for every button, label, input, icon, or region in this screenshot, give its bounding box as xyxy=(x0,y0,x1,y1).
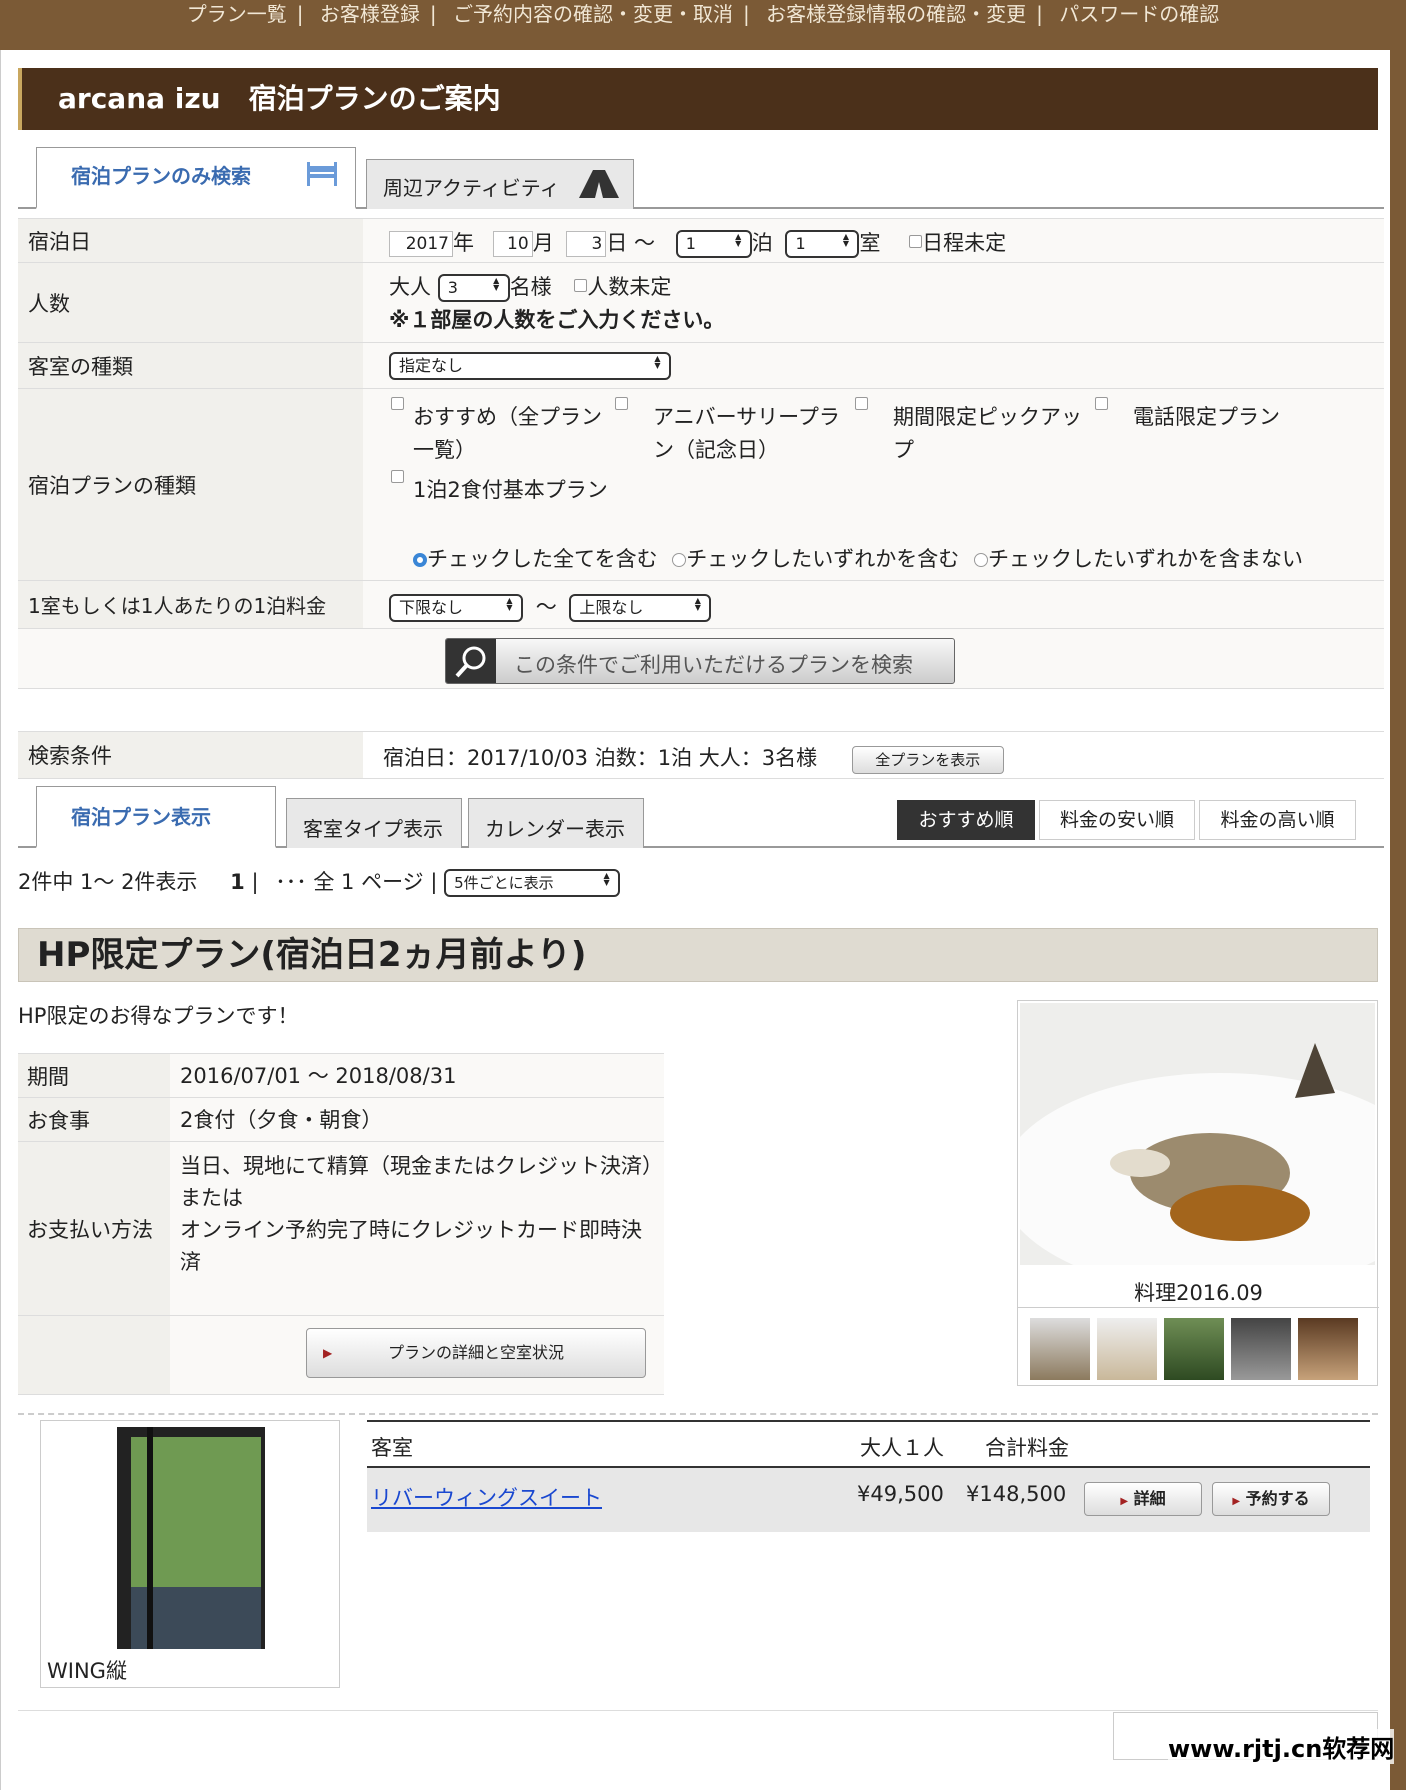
row-room-type: 客室の種類 指定なし xyxy=(18,343,1384,389)
price-min-select[interactable]: 下限なし xyxy=(389,594,523,622)
per-page-select[interactable]: 5件ごとに表示 xyxy=(444,869,621,897)
triangle-right-icon: ▶ xyxy=(323,1346,333,1360)
top-nav-bar: プラン一覧 | お客様登録 | ご予約内容の確認・変更・取消 | お客様登録情報の確認… xyxy=(0,0,1406,50)
people-note: ※１部屋の人数をご入力ください。 xyxy=(389,308,725,332)
row-search-button: この条件でご利用いただけるプランを検索 xyxy=(18,629,1384,689)
month-input[interactable]: 10 xyxy=(492,231,533,257)
match-none-radio[interactable] xyxy=(973,553,988,567)
plan-detail-button[interactable]: ▶ プランの詳細と空室状況 xyxy=(306,1328,646,1378)
day-input[interactable]: 3 xyxy=(566,231,607,257)
plan-type-checkbox-basic[interactable] xyxy=(391,470,404,483)
conditions-value: 宿泊日：2017/10/03 泊数：1泊 大人：3名様 xyxy=(383,746,818,770)
row-price: 1室もしくは1人あたりの1泊料金 下限なし 〜 上限なし xyxy=(18,581,1384,629)
watermark: www.rjtj.cn软荐网 xyxy=(1168,1729,1395,1764)
year-input[interactable]: 2017 xyxy=(389,231,453,257)
room-name-link[interactable]: リバーウィングスイート xyxy=(371,1482,602,1512)
people-label: 人数 xyxy=(18,263,363,342)
rooms-select[interactable]: 1 xyxy=(785,230,860,258)
tab-room-view[interactable]: 客室タイプ表示 xyxy=(286,798,462,848)
divider xyxy=(18,1710,1378,1711)
nav-register[interactable]: お客様登録 xyxy=(320,2,420,26)
page-current[interactable]: 1 xyxy=(230,870,245,894)
photo-thumbnail[interactable] xyxy=(1298,1318,1358,1380)
price-label: 1室もしくは1人あたりの1泊料金 xyxy=(18,581,363,628)
total-price: ¥148,500 xyxy=(966,1482,1067,1506)
row-people: 人数 大人 3名様 人数未定 ※１部屋の人数をご入力ください。 xyxy=(18,263,1384,343)
tab-plan-view[interactable]: 宿泊プラン表示 xyxy=(36,786,276,848)
tab-stay-search[interactable]: 宿泊プランのみ検索 xyxy=(36,147,356,209)
match-all-radio[interactable] xyxy=(413,553,427,567)
plan-type-checkbox-recommended[interactable] xyxy=(391,397,404,410)
nav-plan-list[interactable]: プラン一覧 xyxy=(187,2,287,26)
plan-type-checkbox-anniversary[interactable] xyxy=(615,397,628,410)
photo-thumbnail[interactable] xyxy=(1030,1318,1090,1380)
photo-caption: 料理2016.09 xyxy=(1134,1281,1263,1305)
undecided-people-checkbox[interactable] xyxy=(574,279,588,292)
room-photo-caption: WING縦 xyxy=(47,1659,127,1683)
bed-icon xyxy=(307,162,337,186)
tab-activity[interactable]: 周辺アクティビティ xyxy=(366,159,634,209)
sort-recommended[interactable]: おすすめ順 xyxy=(897,800,1035,840)
row-stay-date: 宿泊日 2017年 10月 3日 〜 1泊 1室 日程未定 xyxy=(18,218,1384,263)
plan-payment: 当日、現地にて精算（現金またはクレジット決済） または オンライン予約完了時にク… xyxy=(170,1142,664,1315)
search-button[interactable]: この条件でご利用いただけるプランを検索 xyxy=(445,638,955,684)
room-detail-button[interactable]: ▶ 詳細 xyxy=(1084,1482,1202,1516)
match-any-radio[interactable] xyxy=(672,553,687,567)
plan-type-checkbox-phone[interactable] xyxy=(1095,397,1108,410)
table-row: リバーウィングスイート ¥49,500 ¥148,500 ▶ 詳細 ▶ 予約する xyxy=(367,1468,1370,1532)
row-conditions: 検索条件 宿泊日：2017/10/03 泊数：1泊 大人：3名様 全プランを表示 xyxy=(18,731,1384,779)
nights-select[interactable]: 1 xyxy=(675,230,752,258)
triangle-right-icon: ▶ xyxy=(1232,1496,1241,1507)
room-type-label: 客室の種類 xyxy=(18,343,363,388)
food-photo xyxy=(1020,1003,1375,1265)
plan-title: HP限定プラン(宿泊日2ヵ月前より) xyxy=(18,928,1378,982)
nav-reservation-check[interactable]: ご予約内容の確認・変更・取消 xyxy=(453,2,733,26)
page-title: arcana izu 宿泊プランのご案内 xyxy=(18,68,1378,130)
price-max-select[interactable]: 上限なし xyxy=(569,594,712,622)
plan-meal: 2食付（夕食・朝食） xyxy=(170,1098,664,1141)
row-plan-type: 宿泊プランの種類 おすすめ（全プラン一覧） アニバーサリープラン（記念日） 期間… xyxy=(18,389,1384,581)
show-all-plans-button[interactable]: 全プランを表示 xyxy=(851,746,1004,774)
magnifier-icon xyxy=(455,646,486,678)
plan-description: HP限定のお得なプランです！ xyxy=(18,1004,299,1028)
reserve-button[interactable]: ▶ 予約する xyxy=(1212,1482,1330,1516)
room-type-select[interactable]: 指定なし xyxy=(389,352,671,380)
plan-type-label: 宿泊プランの種類 xyxy=(18,389,363,580)
sort-cheap[interactable]: 料金の安い順 xyxy=(1039,800,1195,840)
divider xyxy=(18,1413,1378,1415)
room-photo-box: WING縦 xyxy=(40,1420,340,1688)
result-summary: 2件中 1〜 2件表示 xyxy=(18,870,198,894)
photo-thumbnail[interactable] xyxy=(1164,1318,1224,1380)
plan-period: 2016/07/01 〜 2018/08/31 xyxy=(170,1054,664,1097)
undecided-date-checkbox[interactable] xyxy=(909,235,923,248)
sort-expensive[interactable]: 料金の高い順 xyxy=(1199,800,1356,840)
tab-calendar-view[interactable]: カレンダー表示 xyxy=(468,798,644,848)
nav-account-check[interactable]: お客様登録情報の確認・変更 xyxy=(766,2,1026,26)
photo-thumbnail[interactable] xyxy=(1097,1318,1157,1380)
pagination: 2件中 1〜 2件表示 1 | ･･･ 全 1 ページ | 5件ごとに表示 xyxy=(18,866,621,897)
photo-thumbnail[interactable] xyxy=(1231,1318,1291,1380)
triangle-right-icon: ▶ xyxy=(1120,1496,1129,1507)
rooms-table: 客室 大人１人 合計料金 リバーウィングスイート ¥49,500 ¥148,50… xyxy=(367,1420,1370,1532)
plan-type-checkbox-limited[interactable] xyxy=(855,397,868,410)
conditions-label: 検索条件 xyxy=(18,732,363,778)
adults-select[interactable]: 3 xyxy=(437,274,510,302)
rooms-table-header: 客室 大人１人 合計料金 xyxy=(367,1422,1370,1468)
nav-password-check[interactable]: パスワードの確認 xyxy=(1059,2,1219,26)
stay-date-label: 宿泊日 xyxy=(18,219,363,262)
room-photo xyxy=(117,1427,265,1649)
adult-price: ¥49,500 xyxy=(857,1482,944,1506)
tent-icon xyxy=(579,170,619,198)
search-tabs: 宿泊プランのみ検索 周辺アクティビティ xyxy=(18,145,1384,209)
